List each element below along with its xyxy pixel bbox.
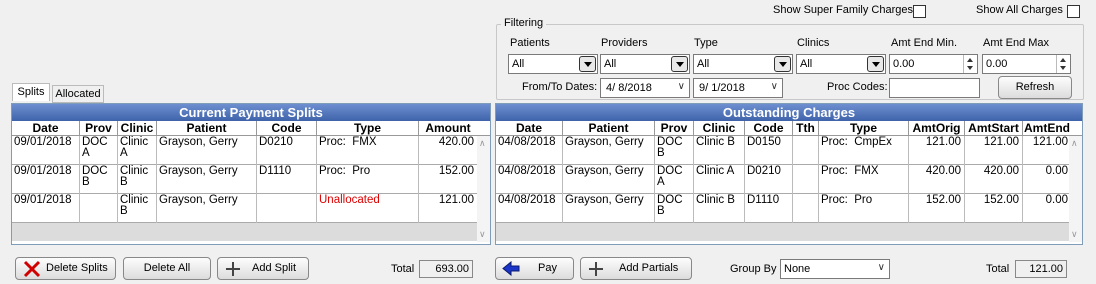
outstanding-scrollbar[interactable]: ∧ ∨ [1069, 136, 1082, 242]
table-row[interactable]: 09/01/2018 DOC B Clinic B Grayson, Gerry… [12, 165, 490, 194]
splits-scrollbar[interactable]: ∧ ∨ [477, 136, 490, 242]
scroll-up-icon[interactable]: ∧ [1071, 138, 1078, 149]
show-super-family-checkbox[interactable] [913, 5, 926, 18]
chevron-down-icon: ∨ [770, 81, 778, 92]
delete-splits-button[interactable]: Delete Splits [15, 257, 116, 280]
tab-allocated[interactable]: Allocated [52, 85, 104, 103]
splits-total-value: 693.00 [419, 260, 473, 278]
type-label: Type [694, 37, 718, 49]
table-row[interactable]: 04/08/2018 Grayson, Gerry DOC B Clinic B… [496, 194, 1082, 223]
grid-empty-area [12, 223, 477, 241]
amt-end-max-label: Amt End Max [983, 37, 1050, 49]
clinics-label: Clinics [797, 37, 830, 49]
outstanding-grid-title: Outstanding Charges [496, 104, 1082, 121]
tab-splits[interactable]: Splits [12, 83, 50, 101]
amt-end-min-label: Amt End Min. [891, 37, 958, 49]
pay-button[interactable]: Pay [495, 257, 574, 280]
from-to-dates-label: From/To Dates: [522, 81, 598, 93]
scroll-down-icon[interactable]: ∨ [1071, 229, 1078, 240]
group-by-select[interactable]: None ∨ [780, 259, 890, 279]
chevron-down-icon[interactable] [671, 56, 688, 72]
proc-codes-label: Proc Codes: [827, 81, 888, 93]
show-super-family-label: Show Super Family Charges [773, 4, 914, 16]
amt-end-min-input[interactable]: 0.00 [889, 54, 978, 74]
show-all-charges-checkbox[interactable] [1067, 5, 1080, 18]
outstanding-grid-header: Date Patient Prov Clinic Code Tth Type A… [496, 121, 1082, 136]
charges-total-label: Total [986, 263, 1010, 275]
proc-codes-input[interactable] [889, 78, 980, 98]
add-split-button[interactable]: Add Split [217, 257, 309, 280]
date-to-picker[interactable]: 9/ 1/2018 ∨ [693, 78, 783, 98]
add-partials-button[interactable]: Add Partials [580, 257, 692, 280]
chevron-down-icon: ∨ [877, 262, 885, 273]
type-select[interactable]: All [693, 54, 793, 74]
splits-grid-header: Date Prov Clinic Patient Code Type Amoun… [12, 121, 490, 136]
amt-end-max-input[interactable]: 0.00 [982, 54, 1071, 74]
spinner-icon[interactable] [1056, 55, 1070, 73]
outstanding-grid: Outstanding Charges Date Patient Prov Cl… [495, 103, 1083, 245]
unallocated-label: Unallocated [317, 194, 419, 223]
splits-grid-title: Current Payment Splits [12, 104, 490, 121]
scroll-up-icon[interactable]: ∧ [479, 138, 486, 149]
table-row[interactable]: 04/08/2018 Grayson, Gerry DOC A Clinic A… [496, 165, 1082, 194]
delete-all-button[interactable]: Delete All [123, 257, 211, 280]
grid-empty-area [496, 223, 1069, 241]
date-from-picker[interactable]: 4/ 8/2018 ∨ [600, 78, 690, 98]
arrow-left-icon [502, 261, 520, 276]
clinics-select[interactable]: All [796, 54, 886, 74]
filtering-legend: Filtering [501, 17, 547, 29]
scroll-down-icon[interactable]: ∨ [479, 229, 486, 240]
plus-icon [226, 262, 240, 276]
providers-select[interactable]: All [600, 54, 690, 74]
chevron-down-icon[interactable] [579, 56, 596, 72]
splits-total-label: Total [391, 263, 415, 275]
providers-label: Providers [601, 37, 648, 49]
chevron-down-icon: ∨ [677, 81, 685, 92]
chevron-down-icon[interactable] [774, 56, 791, 72]
charges-total-value: 121.00 [1015, 260, 1067, 278]
table-row[interactable]: 09/01/2018 DOC A Clinic A Grayson, Gerry… [12, 136, 490, 165]
spinner-icon[interactable] [963, 55, 977, 73]
delete-icon [23, 260, 41, 278]
plus-icon [589, 262, 603, 276]
patients-select[interactable]: All [508, 54, 598, 74]
splits-grid: Current Payment Splits Date Prov Clinic … [11, 103, 491, 245]
patients-label: Patients [510, 37, 550, 49]
refresh-button[interactable]: Refresh [998, 76, 1072, 99]
table-row[interactable]: 09/01/2018 Clinic B Grayson, Gerry Unall… [12, 194, 490, 223]
table-row[interactable]: 04/08/2018 Grayson, Gerry DOC B Clinic B… [496, 136, 1082, 165]
chevron-down-icon[interactable] [867, 56, 884, 72]
group-by-label: Group By [730, 263, 777, 275]
show-all-charges-label: Show All Charges [976, 4, 1063, 16]
